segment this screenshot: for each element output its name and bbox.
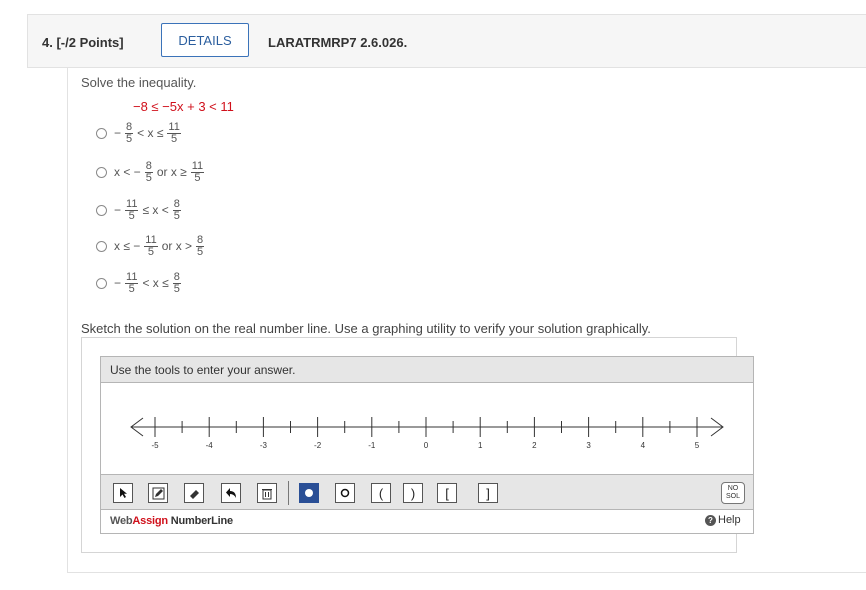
choice-prefix: − — [114, 203, 122, 217]
answer-choice-3[interactable]: −11 5 ≤ x <8 5 — [96, 195, 183, 225]
problem-prompt: Solve the inequality. — [81, 75, 197, 90]
question-header: 4. [-/2 Points] DETAILS LARATRMRP7 2.6.0… — [27, 14, 866, 68]
trash-tool[interactable] — [257, 483, 277, 503]
radio-button[interactable] — [96, 166, 107, 178]
right-bracket-tool-label: ] — [486, 485, 490, 501]
open-dot-icon — [340, 488, 350, 498]
choice-prefix: x ≤ − — [114, 239, 141, 253]
choice-relation: ≤ x < — [142, 203, 169, 217]
radio-button[interactable] — [96, 204, 107, 216]
left-bracket-tool-label: [ — [445, 485, 449, 501]
tick-label: 0 — [424, 441, 429, 450]
undo-tool[interactable] — [221, 483, 241, 503]
tick-label: -5 — [151, 441, 159, 450]
no-solution-line1: NO — [727, 485, 739, 492]
trash-icon — [261, 487, 273, 500]
inequality-expression: −8 ≤ −5x + 3 < 11 — [133, 99, 234, 114]
answer-choice-2[interactable]: x < −8 5 or x ≥11 5 — [96, 157, 206, 187]
eraser-icon — [188, 487, 201, 500]
fraction-2: 85 — [172, 270, 181, 295]
choice-relation: < x ≤ — [137, 126, 164, 140]
fraction-2: 85 — [172, 197, 181, 222]
help-icon: ? — [705, 514, 716, 526]
numberline-instructions: Use the tools to enter your answer. — [101, 357, 753, 383]
fraction-2: 11 5 — [190, 159, 205, 184]
right-paren-tool[interactable]: ) — [403, 483, 423, 503]
tick-label: 4 — [641, 441, 646, 450]
no-solution-button[interactable]: NO SOL — [721, 482, 745, 504]
choice-prefix: − — [114, 126, 122, 140]
choice-relation: or x ≥ — [156, 165, 187, 179]
question-points-label: 4. [-/2 Points] — [42, 35, 124, 50]
choice-relation: or x > — [161, 239, 193, 253]
choice-prefix: x < − — [114, 165, 141, 179]
webassign-numberline-logo: WebAssign NumberLine — [110, 515, 233, 527]
left-paren-tool-label: ( — [378, 485, 384, 501]
choice-relation: < x ≤ — [142, 276, 169, 290]
sketch-instruction: Sketch the solution on the real number l… — [81, 321, 651, 336]
pointer-tool[interactable] — [113, 483, 133, 503]
tick-label: -4 — [206, 441, 214, 450]
tick-label: -3 — [260, 441, 268, 450]
left-bracket-tool[interactable]: [ — [437, 483, 457, 503]
open-point-tool[interactable] — [335, 483, 355, 503]
fraction-1: 11 5 — [125, 197, 139, 222]
radio-button[interactable] — [96, 240, 107, 252]
pointer-icon — [117, 487, 129, 499]
fraction-2: 11 5 — [167, 120, 181, 145]
pencil-tool[interactable] — [148, 483, 168, 503]
answer-choice-5[interactable]: −11 5 < x ≤8 5 — [96, 268, 183, 298]
tick-label: 2 — [532, 441, 537, 450]
fraction-1: 85 — [125, 120, 134, 145]
fraction-2: 85 — [196, 233, 205, 258]
no-solution-line2: SOL — [725, 493, 740, 500]
number-line-canvas[interactable]: -5 -4 -3 -2 -1 0 1 2 3 4 5 — [101, 384, 753, 474]
details-button[interactable]: DETAILS — [161, 23, 249, 57]
pencil-icon — [152, 487, 165, 500]
filled-dot-icon — [304, 488, 314, 498]
eraser-tool[interactable] — [184, 483, 204, 503]
closed-point-tool[interactable] — [299, 483, 319, 503]
tick-label: -1 — [368, 441, 376, 450]
radio-button[interactable] — [96, 127, 107, 139]
numberline-footer: WebAssign NumberLine ? Help — [101, 510, 753, 533]
undo-icon — [225, 487, 238, 500]
question-code: LARATRMRP7 2.6.026. — [268, 35, 408, 50]
left-paren-tool[interactable]: ( — [371, 483, 391, 503]
fraction-1: 11 5 — [125, 270, 139, 295]
fraction-1: 85 — [144, 159, 153, 184]
help-link[interactable]: ? Help — [705, 514, 741, 526]
tick-label: 3 — [586, 441, 591, 450]
fraction-1: 11 5 — [144, 233, 158, 258]
numberline-widget: Use the tools to enter your answer. -5 -4… — [100, 356, 754, 534]
right-paren-tool-label: ) — [410, 485, 416, 501]
tick-label: -2 — [314, 441, 322, 450]
answer-choice-4[interactable]: x ≤ −11 5 or x >8 5 — [96, 231, 206, 261]
right-bracket-tool[interactable]: ] — [478, 483, 498, 503]
toolbar-separator — [288, 481, 289, 505]
tick-label: 5 — [695, 441, 700, 450]
radio-button[interactable] — [96, 277, 107, 289]
choice-prefix: − — [114, 276, 122, 290]
answer-choice-1[interactable]: −8 5 < x ≤11 5 — [96, 118, 183, 148]
numberline-toolbar: NO SOL () [] — [101, 474, 753, 510]
tick-label: 1 — [478, 441, 483, 450]
